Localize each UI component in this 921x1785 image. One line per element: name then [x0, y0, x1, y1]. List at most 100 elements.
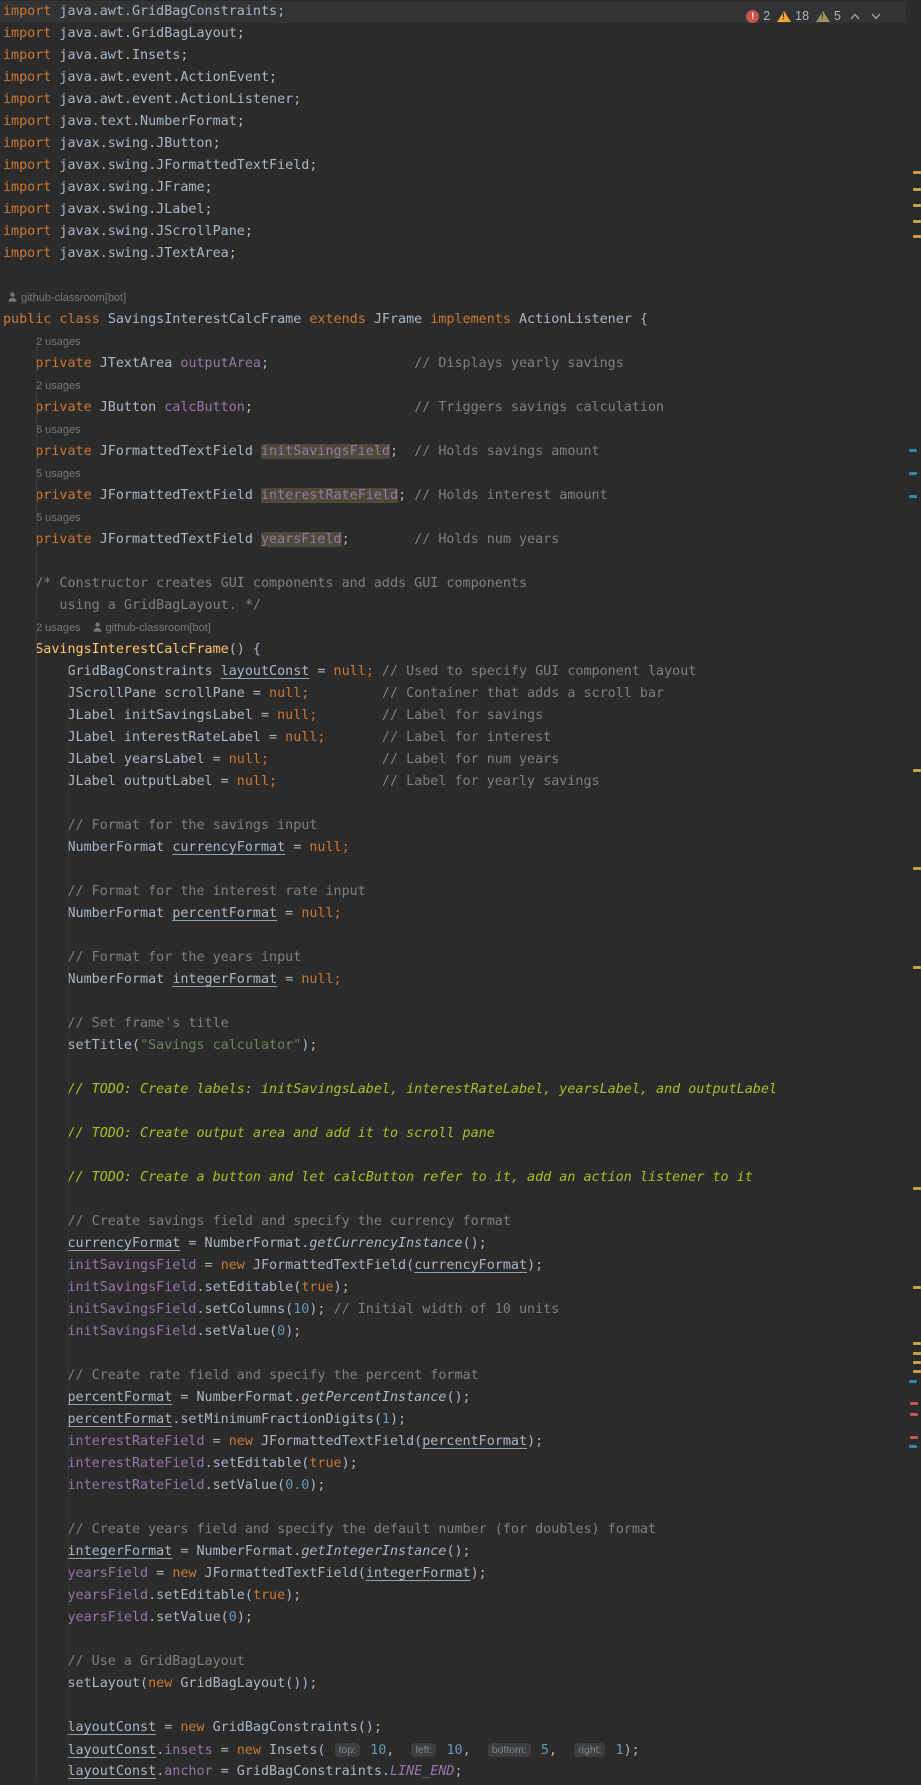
code-token: =: [277, 906, 302, 921]
code-line[interactable]: private JTextArea outputArea; // Display…: [0, 353, 905, 375]
code-line[interactable]: initSavingsField.setColumns(10); // Init…: [0, 1299, 905, 1321]
code-line[interactable]: [0, 265, 905, 287]
code-line[interactable]: // TODO: Create a button and let calcBut…: [0, 1167, 905, 1189]
code-token: );: [341, 1456, 358, 1471]
code-line[interactable]: layoutConst = new GridBagConstraints();: [0, 1717, 905, 1739]
inlay-hint-line[interactable]: github-classroom[bot]: [0, 287, 905, 309]
code-line[interactable]: using a GridBagLayout. */: [0, 595, 905, 617]
code-line[interactable]: [0, 859, 905, 881]
code-line[interactable]: NumberFormat integerFormat = null;: [0, 969, 905, 991]
code-line[interactable]: [0, 991, 905, 1013]
inlay-hint-line[interactable]: 5 usages: [0, 507, 905, 529]
code-line[interactable]: // Format for the savings input: [0, 815, 905, 837]
code-line[interactable]: // TODO: Create output area and add it t…: [0, 1123, 905, 1145]
code-line[interactable]: currencyFormat = NumberFormat.getCurrenc…: [0, 1233, 905, 1255]
scrollbar-error-stripe[interactable]: [907, 0, 921, 1785]
code-line[interactable]: [0, 1343, 905, 1365]
code-line[interactable]: // Create rate field and specify the per…: [0, 1365, 905, 1387]
code-token: null;: [269, 686, 310, 701]
code-line[interactable]: [0, 793, 905, 815]
code-line[interactable]: GridBagConstraints layoutConst = null; /…: [0, 661, 905, 683]
code-line[interactable]: // Use a GridBagLayout: [0, 1651, 905, 1673]
code-line[interactable]: [0, 1101, 905, 1123]
code-line[interactable]: SavingsInterestCalcFrame() {: [0, 639, 905, 661]
code-line[interactable]: // Create years field and specify the de…: [0, 1519, 905, 1541]
code-line[interactable]: [0, 925, 905, 947]
code-line[interactable]: yearsField.setEditable(true);: [0, 1585, 905, 1607]
code-line[interactable]: initSavingsField.setValue(0);: [0, 1321, 905, 1343]
code-line[interactable]: import javax.swing.JLabel;: [0, 199, 905, 221]
code-line[interactable]: [0, 1145, 905, 1167]
code-line[interactable]: // Format for the interest rate input: [0, 881, 905, 903]
error-count-badge[interactable]: ! 2: [746, 9, 770, 23]
code-line[interactable]: private JFormattedTextField initSavingsF…: [0, 441, 905, 463]
code-line[interactable]: [0, 1695, 905, 1717]
code-line[interactable]: private JButton calcButton; // Triggers …: [0, 397, 905, 419]
code-line[interactable]: import java.awt.event.ActionEvent;: [0, 67, 905, 89]
code-line[interactable]: yearsField = new JFormattedTextField(int…: [0, 1563, 905, 1585]
code-line[interactable]: [0, 551, 905, 573]
code-line[interactable]: interestRateField.setValue(0.0);: [0, 1475, 905, 1497]
code-line[interactable]: [0, 1189, 905, 1211]
code-line[interactable]: JLabel interestRateLabel = null; // Labe…: [0, 727, 905, 749]
code-line[interactable]: JLabel outputLabel = null; // Label for …: [0, 771, 905, 793]
inlay-hint-line[interactable]: 6 usages: [0, 419, 905, 441]
code-line[interactable]: yearsField.setValue(0);: [0, 1607, 905, 1629]
code-token: JButton: [91, 400, 165, 415]
warning-stripe-mark: [913, 1370, 921, 1373]
code-line[interactable]: public class SavingsInterestCalcFrame ex…: [0, 309, 905, 331]
code-token: java.awt.GridBagConstraints;: [51, 4, 286, 19]
code-line[interactable]: NumberFormat percentFormat = null;: [0, 903, 905, 925]
code-line[interactable]: initSavingsField.setEditable(true);: [0, 1277, 905, 1299]
prev-problem-button[interactable]: [848, 8, 862, 24]
code-line[interactable]: import javax.swing.JFormattedTextField;: [0, 155, 905, 177]
code-line[interactable]: percentFormat.setMinimumFractionDigits(1…: [0, 1409, 905, 1431]
code-line[interactable]: integerFormat = NumberFormat.getIntegerI…: [0, 1541, 905, 1563]
code-line[interactable]: setTitle("Savings calculator");: [0, 1035, 905, 1057]
code-token: =: [204, 1434, 229, 1449]
code-line[interactable]: /* Constructor creates GUI components an…: [0, 573, 905, 595]
code-line[interactable]: setLayout(new GridBagLayout());: [0, 1673, 905, 1695]
code-line[interactable]: // Format for the years input: [0, 947, 905, 969]
code-line[interactable]: // Set frame's title: [0, 1013, 905, 1035]
code-line[interactable]: NumberFormat currencyFormat = null;: [0, 837, 905, 859]
code-token: implements: [430, 312, 519, 327]
inlay-hint-line[interactable]: 5 usages: [0, 463, 905, 485]
code-line[interactable]: import javax.swing.JScrollPane;: [0, 221, 905, 243]
code-line[interactable]: // Create savings field and specify the …: [0, 1211, 905, 1233]
code-line[interactable]: import javax.swing.JButton;: [0, 133, 905, 155]
code-line[interactable]: [0, 1629, 905, 1651]
code-line[interactable]: private JFormattedTextField yearsField; …: [0, 529, 905, 551]
inspections-widget[interactable]: ! 2 ! 18 ! 5: [746, 4, 883, 28]
code-line[interactable]: layoutConst.insets = new Insets( top: 10…: [0, 1739, 905, 1761]
user-icon: [93, 622, 102, 632]
code-token: 0: [277, 1324, 286, 1339]
code-line[interactable]: initSavingsField = new JFormattedTextFie…: [0, 1255, 905, 1277]
code-token: percentFormat: [67, 1412, 173, 1427]
next-problem-button[interactable]: [869, 8, 883, 24]
code-line[interactable]: [0, 1057, 905, 1079]
inlay-hint-line[interactable]: 2 usages: [0, 375, 905, 397]
code-line[interactable]: JScrollPane scrollPane = null; // Contai…: [0, 683, 905, 705]
code-line[interactable]: interestRateField.setEditable(true);: [0, 1453, 905, 1475]
code-line[interactable]: private JFormattedTextField interestRate…: [0, 485, 905, 507]
code-editor[interactable]: import java.awt.GridBagConstraints; impor…: [0, 0, 905, 1783]
code-line[interactable]: import java.awt.event.ActionListener;: [0, 89, 905, 111]
code-line[interactable]: interestRateField = new JFormattedTextFi…: [0, 1431, 905, 1453]
code-line[interactable]: // TODO: Create labels: initSavingsLabel…: [0, 1079, 905, 1101]
code-line[interactable]: import javax.swing.JTextArea;: [0, 243, 905, 265]
code-line[interactable]: import javax.swing.JFrame;: [0, 177, 905, 199]
code-line[interactable]: [0, 1497, 905, 1519]
weak-warning-count-badge[interactable]: ! 5: [816, 9, 841, 23]
code-line[interactable]: import java.text.NumberFormat;: [0, 111, 905, 133]
inlay-hint-line[interactable]: 2 usages github-classroom[bot]: [0, 617, 905, 639]
code-line[interactable]: JLabel yearsLabel = null; // Label for n…: [0, 749, 905, 771]
code-line[interactable]: JLabel initSavingsLabel = null; // Label…: [0, 705, 905, 727]
code-token: );: [623, 1743, 640, 1758]
inlay-hint-line[interactable]: 2 usages: [0, 331, 905, 353]
code-line[interactable]: percentFormat = NumberFormat.getPercentI…: [0, 1387, 905, 1409]
code-line[interactable]: import java.awt.Insets;: [0, 45, 905, 67]
code-line[interactable]: layoutConst.anchor = GridBagConstraints.…: [0, 1761, 905, 1783]
warning-count-badge[interactable]: ! 18: [777, 9, 809, 23]
